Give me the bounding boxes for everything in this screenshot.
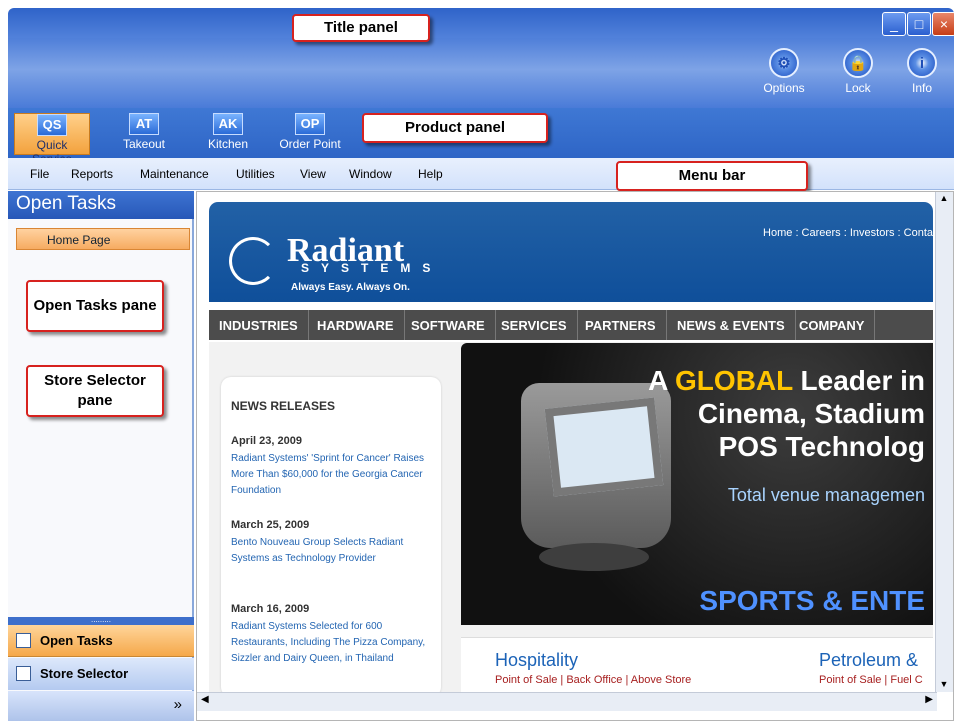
hero-banner[interactable]: A GLOBAL Leader in Cinema, Stadium POS T… (461, 343, 933, 625)
news-link[interactable]: Bento Nouveau Group Selects Radiant Syst… (231, 535, 431, 567)
minimize-button[interactable]: _ (882, 12, 906, 36)
pane-splitter[interactable]: ......... (8, 616, 194, 625)
scroll-left-icon[interactable]: ◀ (201, 694, 209, 705)
menu-utilities[interactable]: Utilities (236, 167, 275, 181)
hospitality-title[interactable]: Hospitality (495, 650, 578, 671)
info-button[interactable]: i Info (892, 48, 952, 95)
gear-icon: ⚙ (769, 48, 799, 78)
left-pane: Open Tasks Home Page ......... Open Task… (8, 191, 194, 721)
tab-news-events[interactable]: NEWS & EVENTS (667, 310, 796, 340)
hospitality-links[interactable]: Point of Sale | Back Office | Above Stor… (495, 674, 691, 686)
product-takeout[interactable]: AT Takeout (106, 113, 182, 155)
tab-company[interactable]: COMPANY (789, 310, 876, 340)
scroll-right-icon[interactable]: ▶ (925, 694, 933, 705)
menu-reports[interactable]: Reports (71, 167, 113, 181)
menu-bar: File Reports Maintenance Utilities View … (8, 158, 954, 190)
title-panel-callout: Title panel (292, 14, 430, 42)
maximize-button[interactable]: □ (907, 12, 931, 36)
store-selector-button[interactable]: Store Selector (8, 658, 194, 690)
petroleum-title[interactable]: Petroleum & (819, 650, 918, 671)
menu-file[interactable]: File (30, 167, 49, 181)
menu-maintenance[interactable]: Maintenance (140, 167, 209, 181)
news-date: March 16, 2009 (231, 603, 310, 615)
open-tasks-button[interactable]: Open Tasks (8, 625, 194, 657)
product-panel-callout: Product panel (362, 113, 548, 143)
news-link[interactable]: Radiant Systems' 'Sprint for Cancer' Rai… (231, 451, 431, 499)
tagline: Always Easy. Always On. (291, 282, 410, 293)
home-page-task[interactable]: Home Page (16, 228, 190, 250)
product-order-point[interactable]: OP Order Point (272, 113, 348, 155)
pane-footer: » (8, 691, 194, 721)
hero-line-2: Cinema, Stadium (697, 398, 925, 429)
news-heading: NEWS RELEASES (231, 399, 336, 413)
checkbox-icon (16, 666, 31, 681)
hero-line-1: A GLOBAL Leader in (648, 365, 925, 396)
store-selector-pane-callout: Store Selector pane (26, 365, 164, 417)
info-icon: i (907, 48, 937, 78)
tab-industries[interactable]: INDUSTRIES (209, 310, 309, 340)
pos-stand (539, 543, 649, 571)
news-link[interactable]: Radiant Systems Selected for 600 Restaur… (231, 619, 431, 667)
news-date: April 23, 2009 (231, 435, 302, 447)
menu-window[interactable]: Window (349, 167, 392, 181)
vertical-scrollbar[interactable]: ▲ ▼ (935, 192, 953, 692)
tab-services[interactable]: SERVICES (491, 310, 578, 340)
lock-button[interactable]: 🔒 Lock (828, 48, 888, 95)
browser-pane: Home : Careers : Investors : Conta Radia… (196, 191, 954, 721)
open-tasks-pane-callout: Open Tasks pane (26, 280, 164, 332)
news-box: NEWS RELEASES April 23, 2009 Radiant Sys… (221, 377, 441, 697)
hero-line-3: POS Technolog (718, 431, 925, 462)
hero-subtitle: Total venue managemen (727, 485, 925, 505)
expand-chevron-icon[interactable]: » (174, 696, 182, 713)
radiant-header: Home : Careers : Investors : Conta Radia… (209, 202, 933, 302)
hero-sports: SPORTS & ENTE (699, 585, 925, 616)
petroleum-links[interactable]: Point of Sale | Fuel C (819, 674, 923, 686)
pos-screen (544, 397, 664, 497)
scroll-up-icon[interactable]: ▲ (938, 193, 950, 205)
menu-bar-callout: Menu bar (616, 161, 808, 191)
horizontal-scrollbar[interactable]: ◀ ▶ (197, 692, 937, 711)
tab-partners[interactable]: PARTNERS (575, 310, 667, 340)
tab-hardware[interactable]: HARDWARE (307, 310, 405, 340)
close-button[interactable]: × (932, 12, 954, 36)
site-nav: INDUSTRIES HARDWARE SOFTWARE SERVICES PA… (209, 310, 933, 340)
logo-systems: SYSTEMS (301, 261, 443, 275)
lock-icon: 🔒 (843, 48, 873, 78)
menu-help[interactable]: Help (418, 167, 443, 181)
radiant-logo-mark (229, 237, 277, 285)
options-button[interactable]: ⚙ Options (754, 48, 814, 95)
tab-software[interactable]: SOFTWARE (401, 310, 496, 340)
news-date: March 25, 2009 (231, 519, 310, 531)
product-kitchen[interactable]: AK Kitchen (190, 113, 266, 155)
open-tasks-header: Open Tasks (8, 191, 194, 219)
product-quick-service[interactable]: QS Quick Service (14, 113, 90, 166)
tasks-icon (16, 633, 31, 648)
industry-links: Hospitality Point of Sale | Back Office … (461, 637, 933, 697)
top-nav-links[interactable]: Home : Careers : Investors : Conta (763, 227, 933, 239)
menu-view[interactable]: View (300, 167, 326, 181)
scroll-down-icon[interactable]: ▼ (938, 679, 950, 691)
